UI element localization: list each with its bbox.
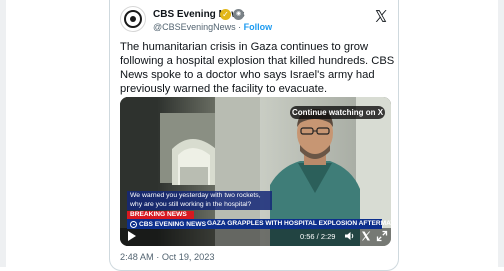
handle-row: @CBSEveningNews · Follow [153, 22, 272, 32]
video-controls: 0:56 / 2:29 [120, 228, 391, 246]
lower-third-headline: GAZA GRAPPLES WITH HOSPITAL EXPLOSION AF… [207, 220, 391, 227]
video-time: 0:56 / 2:29 [300, 232, 336, 241]
cbs-evening-news-logo: CBS EVENING NEWS [130, 220, 206, 228]
volume-icon[interactable] [344, 230, 356, 242]
caption-line-2: why are you still working in the hospita… [130, 200, 252, 208]
cbs-eye-icon [130, 220, 137, 228]
x-logo-icon[interactable] [374, 9, 388, 23]
right-page-edge [498, 0, 504, 267]
play-icon[interactable] [128, 231, 136, 241]
left-page-edge [0, 0, 6, 267]
breaking-news-label: BREAKING NEWS [127, 211, 194, 219]
author-handle[interactable]: @CBSEveningNews [153, 22, 236, 32]
video-caption: We warned you yesterday with two rockets… [127, 191, 272, 211]
logo-text: CBS EVENING NEWS [139, 220, 207, 228]
x-mark-icon[interactable] [360, 230, 372, 242]
follow-button[interactable]: Follow [244, 22, 273, 32]
tweet-timestamp[interactable]: 2:48 AM · Oct 19, 2023 [120, 252, 214, 262]
video-player[interactable]: Continue watching on X We warned you yes… [120, 97, 391, 246]
gold-check-badge-icon: ✓ [220, 9, 231, 20]
fullscreen-icon[interactable] [376, 230, 388, 242]
tweet-text: The humanitarian crisis in Gaza continue… [120, 41, 395, 95]
government-badge-icon: ◉ [233, 9, 244, 20]
caption-line-1: We warned you yesterday with two rockets… [130, 192, 261, 199]
continue-watching-button[interactable]: Continue watching on X [290, 106, 385, 119]
author-badges: ✓ ◉ [220, 9, 244, 20]
separator: · [235, 22, 244, 32]
cbs-eye-pupil [130, 16, 136, 22]
avatar[interactable] [120, 6, 146, 32]
